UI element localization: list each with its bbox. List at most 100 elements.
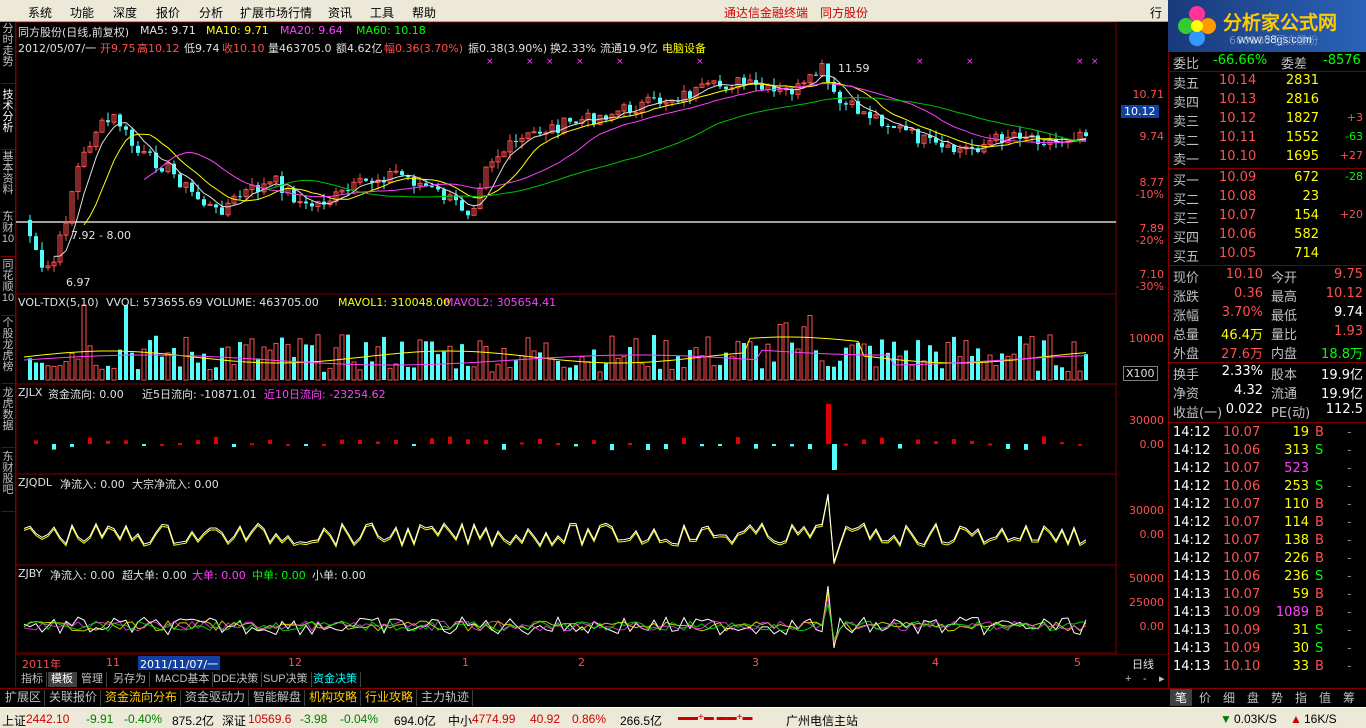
tab-sup[interactable]: SUP决策 bbox=[260, 672, 312, 687]
bid-row[interactable]: 买三 10.07 154 +20 bbox=[1169, 207, 1366, 227]
bid-label: 买二 bbox=[1173, 193, 1200, 208]
menu-tools[interactable]: 工具 bbox=[370, 4, 394, 21]
fund-flow-bar bbox=[520, 442, 524, 445]
bid-row[interactable]: 买四 10.06 582 bbox=[1169, 226, 1366, 246]
tick-volume: 253 bbox=[1284, 479, 1309, 494]
quote-tab[interactable]: 盘 bbox=[1242, 689, 1264, 706]
ask-row[interactable]: 卖一 10.10 1695 +27 bbox=[1169, 148, 1366, 168]
bid-row[interactable]: 买五 10.05 714 bbox=[1169, 245, 1366, 265]
menu-extended-market[interactable]: 扩展市场行情 bbox=[240, 4, 312, 21]
volume-bar bbox=[658, 368, 662, 380]
menu-system[interactable]: 系统 bbox=[28, 4, 52, 21]
menu-quote[interactable]: 报价 bbox=[156, 4, 180, 21]
zoom-out-button[interactable]: - bbox=[1140, 672, 1150, 687]
candle-body bbox=[136, 145, 140, 153]
menu-news[interactable]: 资讯 bbox=[328, 4, 352, 21]
quote-tab[interactable]: 笔 bbox=[1170, 689, 1192, 706]
tick-dash: - bbox=[1347, 515, 1352, 530]
ask-change: +3 bbox=[1346, 111, 1363, 124]
tab-indicator[interactable]: 指标 bbox=[18, 672, 47, 687]
volume-bar bbox=[585, 361, 591, 381]
tab-ths10[interactable]: 同花顺10 bbox=[1, 260, 15, 316]
candle-body bbox=[838, 91, 842, 104]
quote-tab[interactable]: 价 bbox=[1194, 689, 1216, 706]
zjqdl-ytick-30000: 30000 bbox=[1129, 504, 1164, 517]
ext-tab-fund-flow[interactable]: 资金流向分布 bbox=[102, 690, 182, 706]
bid-row[interactable]: 买一 10.09 672 -28 bbox=[1169, 169, 1366, 189]
tab-template[interactable]: 模板 bbox=[48, 672, 77, 687]
tab-manage[interactable]: 管理 bbox=[78, 672, 107, 687]
ext-tab-inst[interactable]: 机构攻略 bbox=[306, 690, 362, 706]
candle-body bbox=[346, 190, 350, 192]
ext-tab-industry[interactable]: 行业攻略 bbox=[362, 690, 418, 706]
tab-intraday[interactable]: 分时走势 bbox=[1, 24, 15, 84]
scroll-right-button[interactable]: ▸ bbox=[1156, 672, 1168, 687]
ext-tab-main-track[interactable]: 主力轨迹 bbox=[418, 690, 474, 706]
tick-volume: 31 bbox=[1292, 623, 1309, 638]
menu-analysis[interactable]: 分析 bbox=[199, 4, 223, 21]
tab-dragon-tiger[interactable]: 个股龙虎榜 bbox=[1, 318, 15, 384]
ext-tab-smart[interactable]: 智能解盘 bbox=[250, 690, 306, 706]
ext-tab-fund-driver[interactable]: 资金驱动力 bbox=[182, 690, 250, 706]
tab-fund-decision[interactable]: 资金决策 bbox=[310, 672, 361, 687]
candle-body bbox=[952, 145, 956, 153]
tick-time: 14:12 bbox=[1173, 479, 1211, 494]
event-marker: × bbox=[486, 57, 494, 67]
tick-time: 14:13 bbox=[1173, 587, 1211, 602]
volume-bar bbox=[615, 357, 621, 381]
menu-help[interactable]: 帮助 bbox=[412, 4, 436, 21]
zjby-ytick-25000: 25000 bbox=[1129, 596, 1164, 609]
volume-bar bbox=[819, 360, 825, 381]
menu-function[interactable]: 功能 bbox=[70, 4, 94, 21]
bid-row[interactable]: 买二 10.08 23 bbox=[1169, 188, 1366, 208]
quote-tab[interactable]: 筹 bbox=[1338, 689, 1360, 706]
ask-volume: 1552 bbox=[1285, 130, 1319, 145]
ask-row[interactable]: 卖二 10.11 1552 -63 bbox=[1169, 129, 1366, 149]
tab-save-as[interactable]: 另存为 bbox=[110, 672, 150, 687]
event-marker: × bbox=[916, 57, 924, 67]
tab-eastmoney10[interactable]: 东财10 bbox=[1, 212, 15, 257]
tick-price: 10.06 bbox=[1223, 443, 1261, 458]
zoom-in-button[interactable]: + bbox=[1122, 672, 1134, 687]
tab-stock-bar[interactable]: 东财股吧 bbox=[1, 452, 15, 512]
volume-bar bbox=[597, 371, 603, 381]
tab-dde[interactable]: DDE决策 bbox=[210, 672, 263, 687]
chart-area[interactable]: × × × × × × × × × × 同方股份(日线,前复权) MA5: 9.71 MA10: … bbox=[16, 22, 1168, 672]
quote-tab[interactable]: 细 bbox=[1218, 689, 1240, 706]
quote-tab[interactable]: 势 bbox=[1266, 689, 1288, 706]
net-down-icon: ▼ bbox=[1220, 712, 1232, 726]
chart-canvas[interactable]: × × × × × × × × × × bbox=[16, 22, 1168, 655]
ext-tab-area[interactable]: 扩展区 bbox=[2, 690, 46, 706]
ask-row[interactable]: 卖三 10.12 1827 +3 bbox=[1169, 110, 1366, 130]
ext-tab-related-quote[interactable]: 关联报价 bbox=[46, 690, 102, 706]
candle-body bbox=[310, 203, 314, 207]
window-button[interactable]: 行 bbox=[1150, 4, 1162, 21]
volume-bar bbox=[633, 338, 639, 381]
tab-macd[interactable]: MACD基本 bbox=[152, 672, 214, 687]
mavol1-line bbox=[23, 336, 1087, 364]
volume-bar bbox=[705, 336, 711, 381]
tick-volume: 33 bbox=[1292, 659, 1309, 674]
volume-bar bbox=[790, 342, 794, 380]
fund-flow-bar bbox=[88, 437, 92, 444]
menu-depth[interactable]: 深度 bbox=[113, 4, 137, 21]
tick-row: 14:13 10.09 31 S - bbox=[1169, 622, 1366, 641]
volume-bar bbox=[970, 355, 974, 380]
zjby-ytick-0: 0.00 bbox=[1139, 620, 1165, 633]
volume-bar bbox=[322, 371, 326, 380]
sz-label: 深证 bbox=[222, 714, 247, 728]
tab-fundamentals[interactable]: 基本资料 bbox=[1, 152, 15, 212]
quote-tab[interactable]: 指 bbox=[1290, 689, 1312, 706]
candle-body bbox=[292, 188, 296, 203]
volume-bar bbox=[765, 343, 771, 381]
fund-flow-bar bbox=[862, 439, 866, 444]
server-name[interactable]: 广州电信主站 bbox=[786, 712, 858, 728]
tab-dragon-data[interactable]: 龙虎数据 bbox=[1, 388, 15, 448]
quote-tab[interactable]: 值 bbox=[1314, 689, 1336, 706]
ask-row[interactable]: 卖四 10.13 2816 bbox=[1169, 91, 1366, 111]
ask-row[interactable]: 卖五 10.14 2831 bbox=[1169, 72, 1366, 92]
tab-technical[interactable]: 技术分析 bbox=[1, 90, 15, 150]
stat-row: 外盘 27.6万 内盘 18.8万 bbox=[1169, 342, 1366, 362]
volume-bar bbox=[220, 347, 224, 380]
fund-flow-bar bbox=[268, 439, 272, 444]
